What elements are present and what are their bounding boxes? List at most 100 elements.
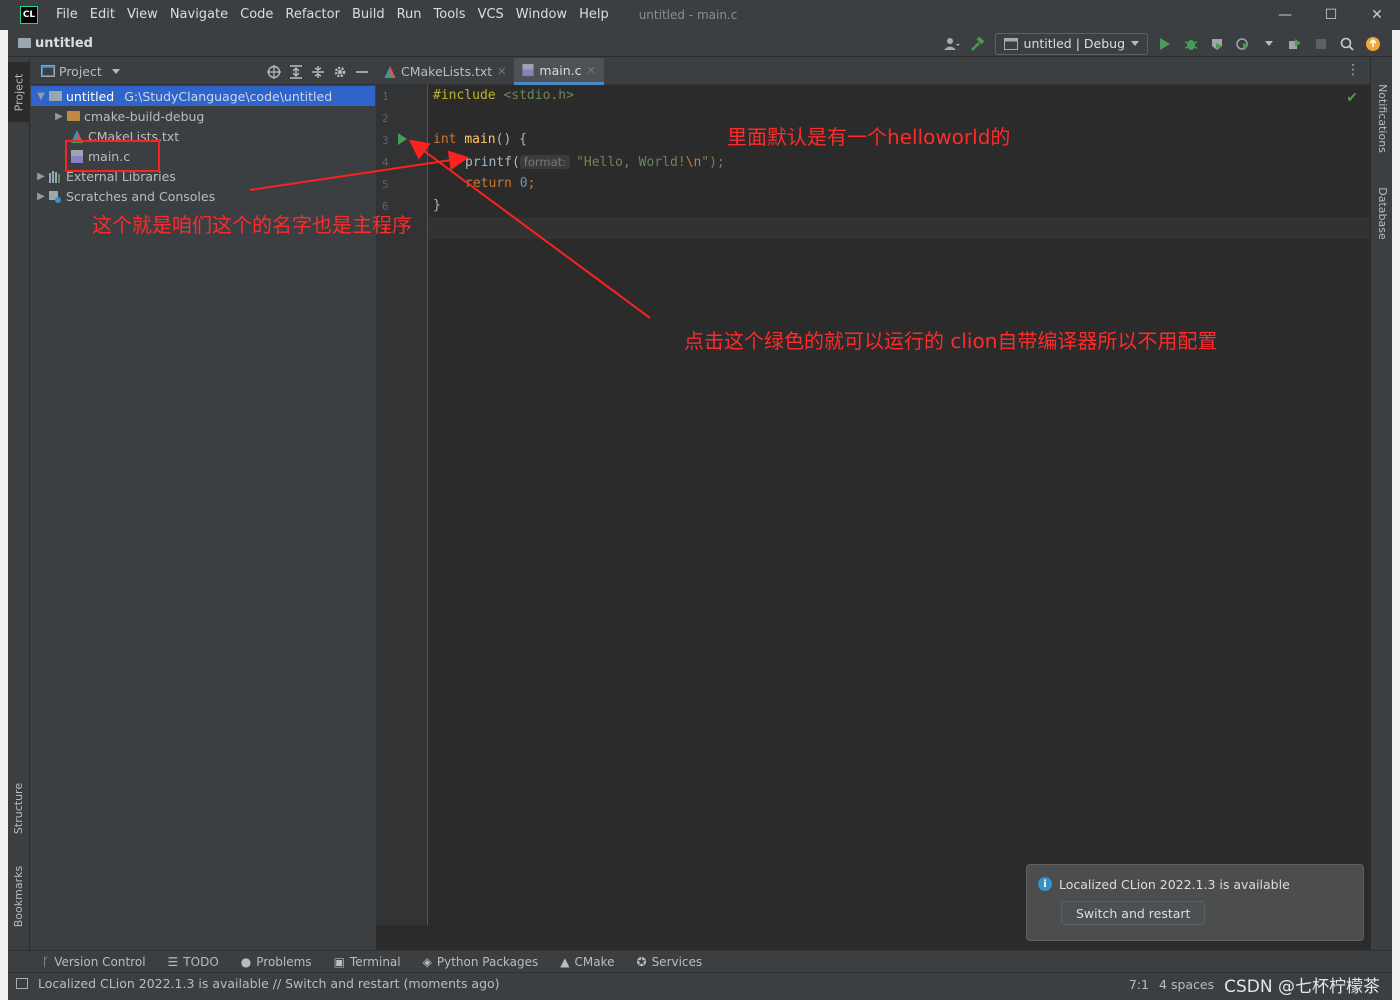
watermark: CSDN @七杯柠檬茶: [1224, 976, 1380, 997]
menu-tools[interactable]: Tools: [428, 0, 472, 30]
menu-run[interactable]: Run: [391, 0, 428, 30]
code-line-6: }: [433, 198, 441, 213]
code-line-1: #include <stdio.h>: [433, 88, 574, 103]
profile-icon[interactable]: [1234, 35, 1252, 53]
project-panel-tools: [267, 58, 369, 85]
run-gutter-icon[interactable]: [398, 133, 407, 145]
inspection-ok-icon[interactable]: ✔: [1346, 90, 1358, 106]
tab-cmakelists[interactable]: CMakeLists.txt ✕: [376, 58, 514, 85]
project-tool-tab[interactable]: Project: [8, 62, 30, 122]
gear-icon[interactable]: [333, 65, 347, 79]
collapse-all-icon[interactable]: [311, 65, 325, 79]
folder-icon: [18, 38, 31, 48]
hide-panel-icon[interactable]: [355, 65, 369, 79]
tab-label: main.c: [539, 62, 582, 78]
chevron-right-icon[interactable]: ▶: [33, 171, 49, 182]
coverage-icon[interactable]: [1208, 35, 1226, 53]
update-icon[interactable]: [1364, 35, 1382, 53]
notifications-tool-tab[interactable]: Notifications: [1371, 68, 1393, 168]
tool-window-version-control[interactable]: ᚴ Version Control: [42, 955, 146, 969]
run-configuration-label: untitled | Debug: [1023, 36, 1125, 51]
clion-logo-icon: CL: [20, 6, 38, 24]
menu-file[interactable]: File: [50, 0, 84, 30]
menu-code[interactable]: Code: [234, 0, 279, 30]
bookmarks-tool-tab-label: Bookmarks: [12, 865, 26, 927]
close-icon[interactable]: ✕: [587, 64, 596, 77]
maximize-button[interactable]: ☐: [1308, 0, 1354, 30]
window-icon[interactable]: [16, 978, 28, 989]
menu-help[interactable]: Help: [573, 0, 615, 30]
menu-build[interactable]: Build: [346, 0, 391, 30]
notifications-tool-tab-label: Notifications: [1375, 83, 1389, 153]
tool-window-services[interactable]: ✪ Services: [637, 955, 703, 969]
navigation-bar: untitled untitled | Debug: [8, 30, 1392, 57]
menu-window[interactable]: Window: [510, 0, 573, 30]
chevron-down-icon[interactable]: ▼: [33, 91, 49, 102]
cmake-icon: ▲: [560, 954, 570, 969]
minimize-button[interactable]: —: [1262, 0, 1308, 30]
tool-window-terminal[interactable]: ▣ Terminal: [334, 955, 401, 969]
project-panel-title[interactable]: Project: [59, 64, 102, 79]
database-tool-tab[interactable]: Database: [1371, 178, 1393, 248]
status-message[interactable]: Localized CLion 2022.1.3 is available //…: [38, 976, 500, 991]
more-vertical-icon[interactable]: ⋮: [1346, 62, 1360, 78]
breadcrumb-project[interactable]: untitled: [18, 36, 93, 51]
attach-process-icon[interactable]: [1286, 35, 1304, 53]
structure-tool-tab[interactable]: Structure: [8, 768, 30, 848]
editor-tabs: CMakeLists.txt ✕ main.c ✕ ⋮: [376, 58, 1370, 85]
tool-window-python-packages[interactable]: ◈ Python Packages: [423, 955, 539, 969]
left-tool-stripe: Project Structure Bookmarks: [8, 58, 30, 950]
more-run-chevron-icon[interactable]: [1260, 35, 1278, 53]
user-icon[interactable]: [943, 35, 961, 53]
tree-item-cmake-build-debug[interactable]: ▶ cmake-build-debug: [31, 106, 375, 126]
line-number: 4: [382, 156, 389, 169]
expand-all-icon[interactable]: [289, 64, 303, 79]
background-edge-left: [0, 30, 8, 1000]
code-line-3: int main() {: [433, 132, 527, 147]
menu-view[interactable]: View: [121, 0, 164, 30]
build-hammer-icon[interactable]: [969, 35, 987, 53]
menu-edit[interactable]: Edit: [84, 0, 121, 30]
tree-item-label: untitled: [66, 88, 115, 104]
stop-icon[interactable]: [1312, 35, 1330, 53]
chevron-down-icon[interactable]: [111, 68, 120, 74]
code-line-5: return 0;: [465, 176, 536, 191]
tree-item-label: Scratches and Consoles: [66, 188, 216, 204]
tree-item-scratches[interactable]: ▶ Scratches and Consoles: [31, 186, 375, 206]
menu-navigate[interactable]: Navigate: [164, 0, 234, 30]
code-editor[interactable]: #include <stdio.h> int main() { printf(f…: [433, 85, 1370, 925]
menu-refactor[interactable]: Refactor: [279, 0, 346, 30]
code-line-4: printf(format: "Hello, World!\n");: [465, 155, 725, 170]
switch-and-restart-button[interactable]: Switch and restart: [1061, 901, 1206, 925]
tool-window-cmake[interactable]: ▲ CMake: [560, 955, 614, 969]
close-icon[interactable]: ✕: [497, 65, 506, 78]
chevron-right-icon[interactable]: ▶: [51, 111, 67, 122]
bookmarks-tool-tab[interactable]: Bookmarks: [8, 856, 30, 936]
chevron-right-icon[interactable]: ▶: [33, 191, 49, 202]
structure-tool-tab-label: Structure: [12, 782, 26, 834]
run-icon[interactable]: [1156, 35, 1174, 53]
line-number: 5: [382, 178, 389, 191]
menu-bar: File Edit View Navigate Code Refactor Bu…: [50, 0, 615, 30]
window-title: untitled - main.c: [638, 8, 738, 22]
menu-vcs[interactable]: VCS: [472, 0, 510, 30]
parameter-hint: format:: [519, 155, 571, 169]
branch-icon: ᚴ: [42, 954, 50, 969]
close-button[interactable]: ✕: [1354, 0, 1400, 30]
window-controls: — ☐ ✕: [1262, 0, 1400, 30]
caret-position[interactable]: 7:1: [1129, 977, 1149, 992]
tree-item-path: G:\StudyClanguage\code\untitled: [124, 88, 333, 104]
editor-area: CMakeLists.txt ✕ main.c ✕ ⋮ 1 2 3 4 5 6 …: [376, 58, 1370, 950]
search-icon[interactable]: [1338, 35, 1356, 53]
tree-item-untitled[interactable]: ▼ untitled G:\StudyClanguage\code\untitl…: [31, 86, 375, 106]
tool-window-todo[interactable]: ☰ TODO: [168, 955, 219, 969]
tab-main-c[interactable]: main.c ✕: [514, 58, 604, 85]
tree-item-label: cmake-build-debug: [84, 108, 205, 124]
project-window-icon: [41, 65, 55, 77]
tool-window-problems[interactable]: ● Problems: [241, 955, 312, 969]
locate-target-icon[interactable]: [267, 64, 281, 79]
indent-setting[interactable]: 4 spaces: [1159, 977, 1214, 992]
window-icon: [1003, 37, 1018, 50]
run-configuration-select[interactable]: untitled | Debug: [994, 32, 1148, 55]
debug-bug-icon[interactable]: [1182, 35, 1200, 53]
